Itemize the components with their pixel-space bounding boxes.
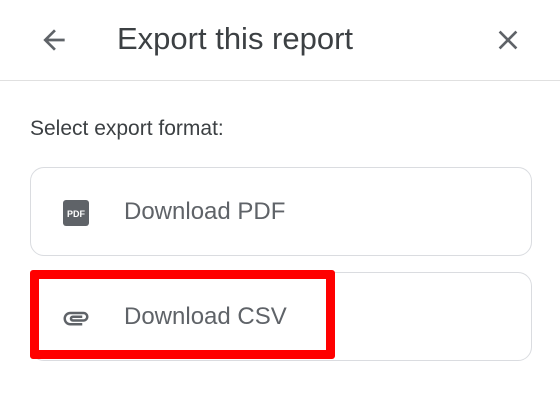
download-csv-label: Download CSV	[124, 303, 287, 330]
pdf-file-icon: PDF	[61, 198, 91, 228]
dialog-header: Export this report	[0, 0, 560, 81]
download-pdf-label: Download PDF	[124, 198, 286, 225]
close-button[interactable]	[486, 18, 530, 62]
paperclip-icon	[61, 303, 91, 333]
dialog-title: Export this report	[117, 21, 354, 56]
arrow-left-icon	[43, 29, 65, 51]
svg-text:PDF: PDF	[67, 209, 86, 219]
close-icon	[498, 30, 518, 50]
download-csv-option[interactable]: Download CSV	[30, 272, 532, 361]
export-format-label: Select export format:	[30, 117, 224, 140]
download-pdf-option[interactable]: PDF Download PDF	[30, 167, 532, 256]
back-button[interactable]	[32, 18, 76, 62]
